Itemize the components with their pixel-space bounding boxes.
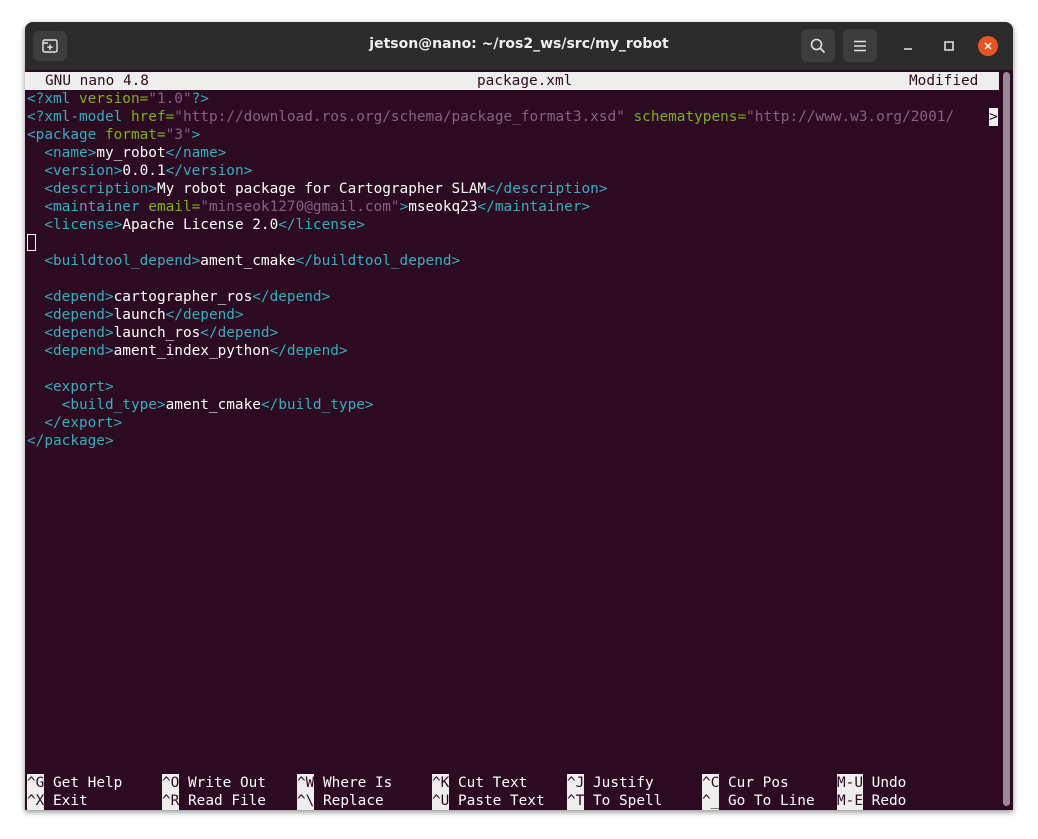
shortcut-justify[interactable]: ^J Justify xyxy=(567,774,654,792)
shortcut-replace[interactable]: ^\ Replace xyxy=(297,792,384,810)
nano-header-bar: GNU nano 4.8 package.xml Modified xyxy=(25,72,999,90)
shortcut-redo[interactable]: M-E Redo xyxy=(837,792,906,810)
shortcut-get-help[interactable]: ^G Get Help xyxy=(27,774,122,792)
nano-filename: package.xml xyxy=(477,73,573,89)
shortcut-cur-pos[interactable]: ^C Cur Pos xyxy=(702,774,789,792)
maximize-button[interactable] xyxy=(939,36,959,56)
terminal-area[interactable]: GNU nano 4.8 package.xml Modified <?xml … xyxy=(25,70,1013,810)
shortcut-row-1: ^G Get Help ^O Write Out ^W Where Is ^K … xyxy=(27,774,906,792)
code-line-2[interactable]: <?xml-model href="http://download.ros.or… xyxy=(27,108,954,126)
code-line-8[interactable]: <license>Apache License 2.0</license> xyxy=(27,216,365,234)
title-bar[interactable]: jetson@nano: ~/ros2_ws/src/my_robot xyxy=(25,22,1013,70)
code-line-20[interactable]: </package> xyxy=(27,432,114,450)
code-line-14[interactable]: <depend>launch_ros</depend> xyxy=(27,324,278,342)
code-line-15[interactable]: <depend>ament_index_python</depend> xyxy=(27,342,347,360)
shortcut-undo[interactable]: M-U Undo xyxy=(837,774,906,792)
new-tab-icon xyxy=(42,39,58,53)
code-line-12[interactable]: <depend>cartographer_ros</depend> xyxy=(27,288,330,306)
minimize-button[interactable] xyxy=(898,36,918,56)
code-line-10[interactable]: <buildtool_depend>ament_cmake</buildtool… xyxy=(27,252,460,270)
shortcut-go-to-line[interactable]: ^_ Go To Line xyxy=(702,792,815,810)
code-line-3[interactable]: <package format="3"> xyxy=(27,126,200,144)
shortcut-where-is[interactable]: ^W Where Is xyxy=(297,774,392,792)
maximize-icon xyxy=(944,41,954,51)
code-line-18[interactable]: <build_type>ament_cmake</build_type> xyxy=(27,396,374,414)
code-line-17[interactable]: <export> xyxy=(27,378,113,396)
code-line-13[interactable]: <depend>launch</depend> xyxy=(27,306,243,324)
new-tab-button[interactable] xyxy=(33,31,67,61)
shortcut-read-file[interactable]: ^R Read File xyxy=(162,792,266,810)
terminal-scrollbar[interactable] xyxy=(1003,72,1010,806)
nano-status: Modified xyxy=(909,73,979,89)
close-button[interactable] xyxy=(978,36,998,56)
hamburger-menu-icon xyxy=(854,40,866,51)
code-line-6[interactable]: <description>My robot package for Cartog… xyxy=(27,180,607,198)
text-cursor xyxy=(27,234,36,251)
search-button[interactable] xyxy=(801,29,835,62)
code-line-4[interactable]: <name>my_robot</name> xyxy=(27,144,226,162)
code-line-1[interactable]: <?xml version="1.0"?> xyxy=(27,90,209,108)
code-line-19[interactable]: </export> xyxy=(27,414,122,432)
shortcut-to-spell[interactable]: ^T To Spell xyxy=(567,792,662,810)
terminal-window: jetson@nano: ~/ros2_ws/src/my_robot GNU … xyxy=(25,22,1013,810)
search-icon xyxy=(810,38,826,53)
line-overflow-marker: > xyxy=(989,108,998,126)
shortcut-write-out[interactable]: ^O Write Out xyxy=(162,774,266,792)
code-line-5[interactable]: <version>0.0.1</version> xyxy=(27,162,252,180)
close-icon xyxy=(984,42,992,50)
minimize-icon xyxy=(904,48,912,50)
shortcut-paste-text[interactable]: ^U Paste Text xyxy=(432,792,545,810)
nano-version: GNU nano 4.8 xyxy=(45,73,149,89)
shortcut-cut-text[interactable]: ^K Cut Text xyxy=(432,774,527,792)
shortcut-exit[interactable]: ^X Exit xyxy=(27,792,88,810)
shortcut-row-2: ^X Exit ^R Read File ^\ Replace ^U Paste… xyxy=(27,792,906,810)
menu-button[interactable] xyxy=(843,29,877,62)
code-line-7[interactable]: <maintainer email="minseok1270@gmail.com… xyxy=(27,198,590,216)
